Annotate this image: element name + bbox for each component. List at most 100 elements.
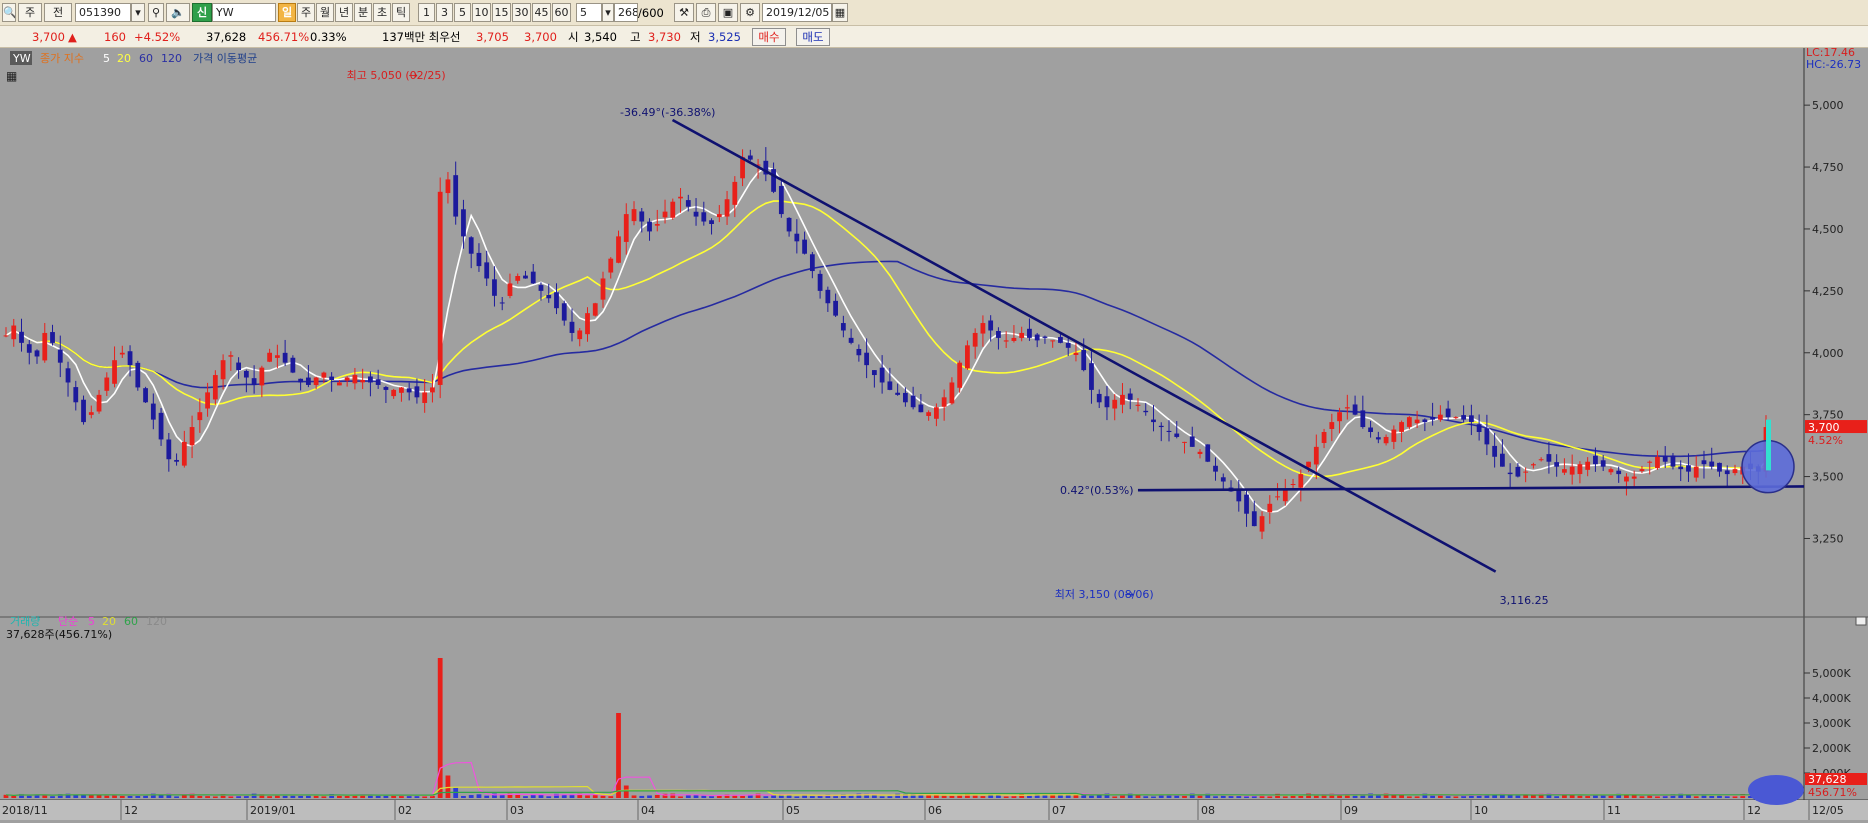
volume-bar: [476, 794, 482, 798]
candle: [1329, 422, 1335, 429]
print-icon[interactable]: ⎙: [696, 3, 716, 22]
volume-bar: [267, 796, 273, 798]
legend-period: 5: [103, 52, 110, 65]
candle: [996, 330, 1001, 338]
volume-bar: [1352, 795, 1358, 798]
candle: [988, 320, 994, 331]
volume-bar: [282, 795, 288, 798]
volume-bar: [809, 796, 815, 798]
volume-bar: [1414, 796, 1420, 798]
candle: [1073, 352, 1079, 355]
volume-bar: [212, 796, 218, 798]
legend-vol-period: 5: [88, 615, 95, 628]
candle: [181, 441, 187, 466]
interval-button-30[interactable]: 30: [512, 3, 531, 22]
candle: [1058, 337, 1063, 343]
period-button-2[interactable]: 월: [316, 3, 334, 22]
volume-bar: [600, 795, 606, 798]
candle: [600, 278, 606, 300]
candle: [949, 382, 955, 404]
volume-bar: [794, 796, 800, 798]
speaker-icon[interactable]: 🔈: [166, 3, 190, 22]
low-price: 3,525: [708, 30, 741, 44]
vol-tick-label: 3,000K: [1812, 717, 1851, 730]
candle: [1003, 340, 1009, 342]
period-button-1[interactable]: 주: [297, 3, 315, 22]
candle: [212, 375, 218, 400]
x-tick-label: 08: [1201, 804, 1215, 817]
interval-button-3[interactable]: 3: [436, 3, 453, 22]
candle: [1174, 433, 1180, 437]
candle: [391, 389, 397, 397]
volume-bar: [104, 795, 110, 798]
volume-bar: [1112, 796, 1118, 798]
interval-button-60[interactable]: 60: [552, 3, 571, 22]
candle: [654, 224, 660, 226]
count-input[interactable]: 268: [614, 3, 638, 22]
search-icon[interactable]: 🔍: [2, 3, 16, 22]
name-input[interactable]: YW: [212, 3, 276, 22]
interval-button-45[interactable]: 45: [532, 3, 551, 22]
x-tick-label: 09: [1344, 804, 1358, 817]
code-input[interactable]: 051390: [75, 3, 131, 22]
volume-bar: [1244, 796, 1249, 798]
candle: [1624, 476, 1629, 482]
panel-resize-handle[interactable]: [1855, 616, 1867, 626]
x-tick-label: 07: [1052, 804, 1066, 817]
date-input[interactable]: 2019/12/05: [762, 3, 832, 22]
volume-bar: [934, 795, 939, 798]
volume-bar: [833, 796, 838, 798]
period-button-4[interactable]: 분: [354, 3, 372, 22]
gear-icon[interactable]: ⚙: [740, 3, 760, 22]
volume-bar: [631, 795, 637, 798]
interval-button-15[interactable]: 15: [492, 3, 511, 22]
candle: [1406, 417, 1412, 427]
candle: [809, 254, 815, 272]
volume-bar: [647, 795, 652, 798]
mode-select[interactable]: 전: [44, 3, 72, 22]
tools-icon[interactable]: ⚒: [674, 3, 694, 22]
candle: [1608, 469, 1614, 473]
candle: [1647, 461, 1653, 463]
chevron-down-icon[interactable]: ▾: [602, 3, 614, 22]
market-select[interactable]: 주: [18, 3, 42, 22]
candle: [871, 370, 877, 376]
stock-chart[interactable]: 5,000 4,750 4,500 4,250 4,000 3,750 3,500 3,250…: [0, 46, 1868, 820]
volume-bar: [1406, 796, 1412, 798]
period-button-6[interactable]: 틱: [392, 3, 410, 22]
interval-button-1[interactable]: 1: [418, 3, 435, 22]
buy-button[interactable]: 매수: [752, 28, 786, 46]
candle: [344, 377, 350, 381]
interval-button-10[interactable]: 10: [472, 3, 491, 22]
volume-bar: [654, 794, 660, 798]
toolbar: 🔍 주 전 051390 ▾ ⚲ 🔈 신 YW 일주월년분초틱 1 3 5 10 15 3…: [0, 0, 1868, 26]
interval-button-5[interactable]: 5: [454, 3, 471, 22]
candle: [840, 323, 846, 331]
candle: [468, 237, 474, 254]
candle: [1189, 436, 1195, 447]
last-change-label: 4.52%: [1808, 434, 1843, 447]
high-annotation: 최고 5,050 (02/25): [347, 69, 446, 82]
period-button-0[interactable]: 일: [278, 3, 296, 22]
volume-bar: [996, 795, 1001, 798]
period-button-3[interactable]: 년: [335, 3, 353, 22]
candle: [631, 209, 637, 222]
volume-bar: [1709, 796, 1715, 798]
calendar-icon[interactable]: ▦: [832, 3, 848, 22]
x-tick-label: 05: [786, 804, 800, 817]
save-icon[interactable]: ▣: [718, 3, 738, 22]
period-button-5[interactable]: 초: [373, 3, 391, 22]
sell-button[interactable]: 매도: [796, 28, 830, 46]
candle: [709, 220, 714, 224]
interval-input[interactable]: 5: [576, 3, 602, 22]
count-total: /600: [638, 6, 664, 20]
chevron-down-icon[interactable]: ▾: [131, 3, 145, 22]
candle: [298, 378, 304, 383]
candle: [1531, 464, 1536, 466]
vol-tick-label: 2,000K: [1812, 742, 1851, 755]
candle: [1430, 417, 1436, 420]
candle: [585, 313, 590, 335]
candle: [282, 352, 288, 363]
candle: [1585, 461, 1591, 470]
search-icon[interactable]: ⚲: [148, 3, 164, 22]
